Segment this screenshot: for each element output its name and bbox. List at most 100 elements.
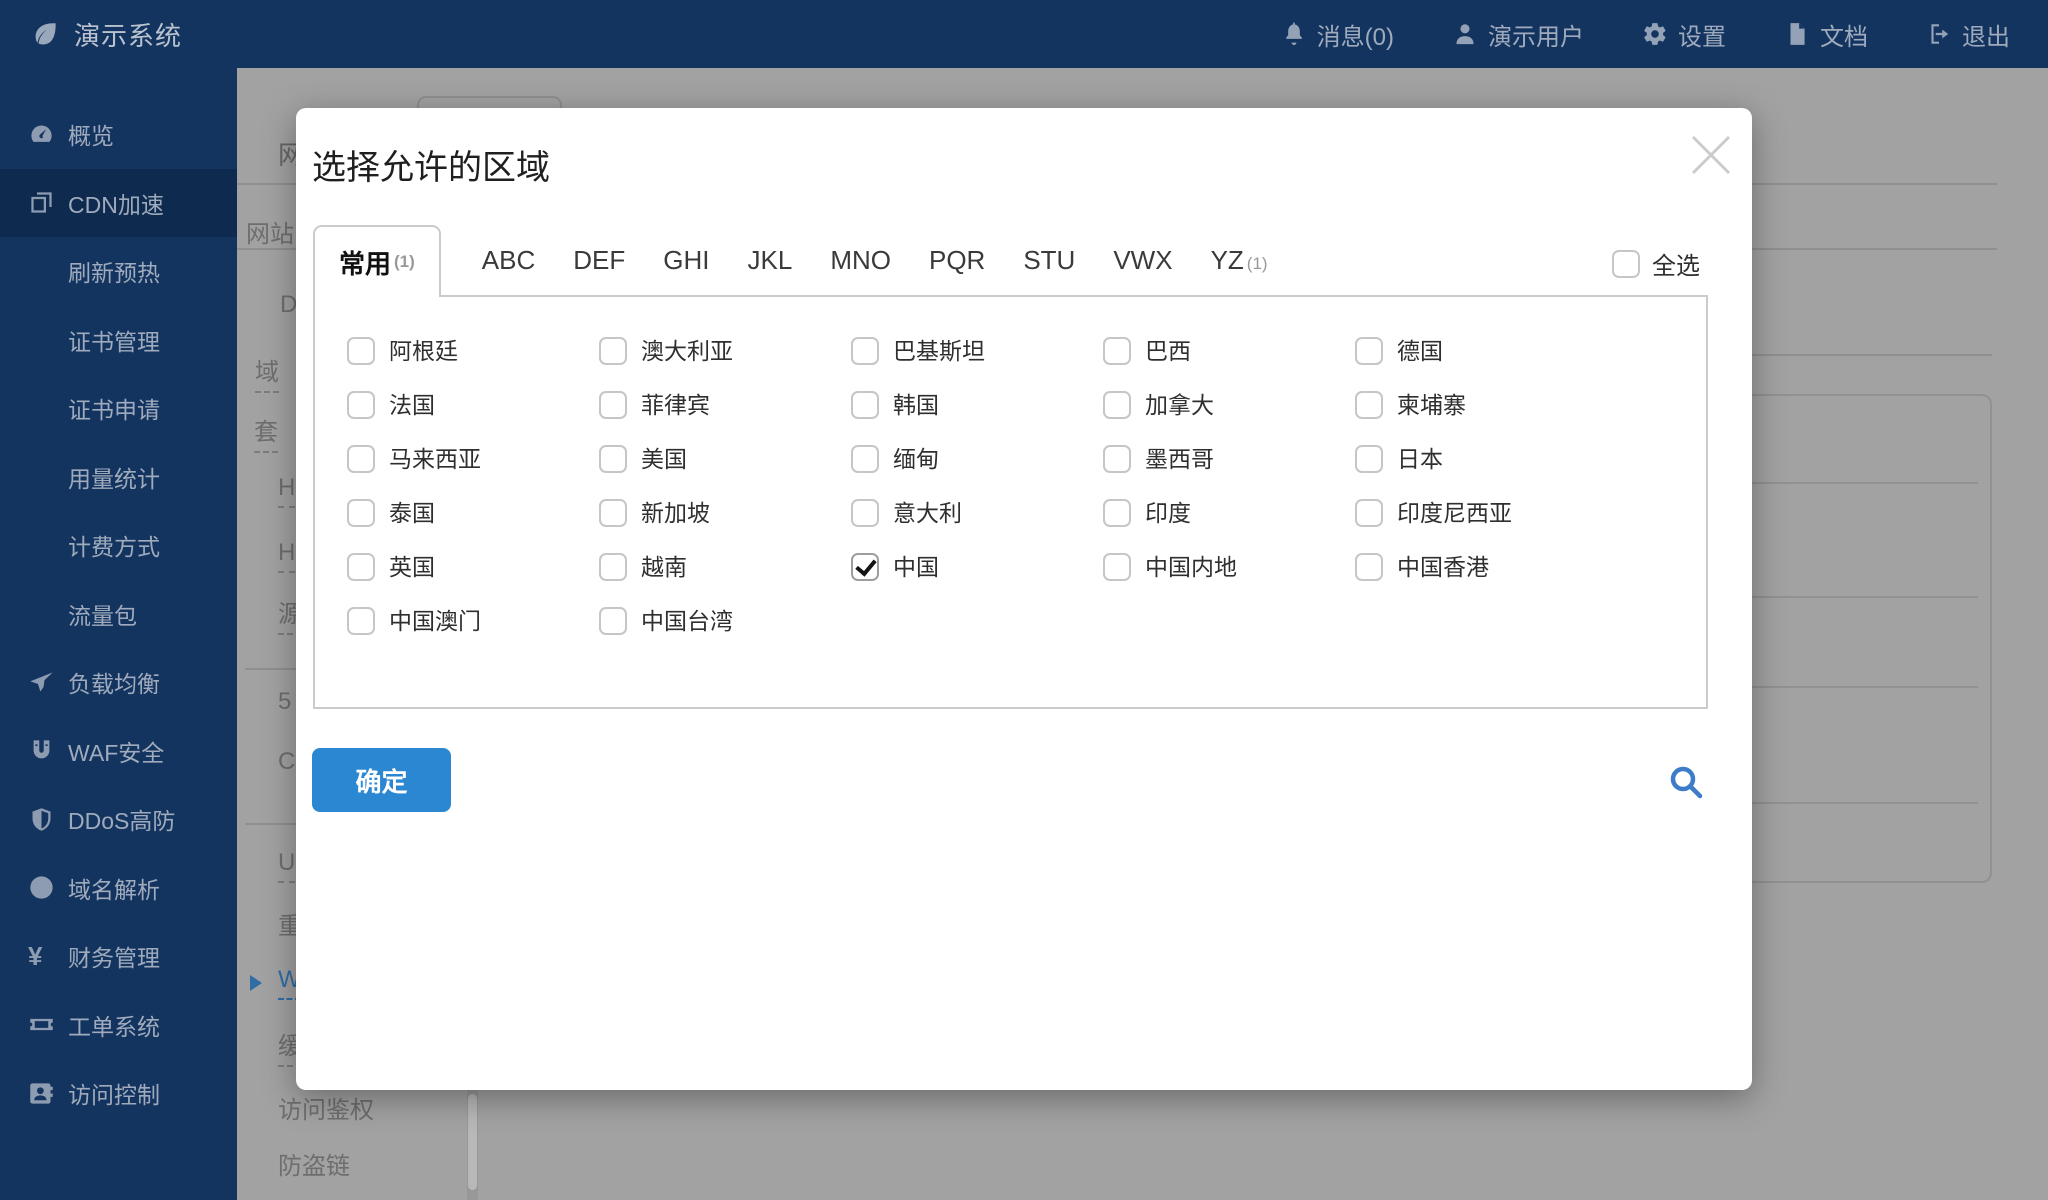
region-option[interactable]: 中国澳门 — [347, 594, 599, 648]
region-option[interactable]: 韩国 — [851, 378, 1103, 432]
checkbox[interactable] — [851, 445, 879, 473]
background-menu-item[interactable]: 访问鉴权 — [278, 1090, 374, 1125]
tab-jkl[interactable]: JKL — [729, 245, 812, 276]
nav-messages[interactable]: 消息(0) — [1281, 17, 1394, 52]
region-option[interactable]: 巴西 — [1103, 324, 1355, 378]
background-menu-item[interactable]: 防盗链 — [278, 1146, 350, 1181]
region-option[interactable]: 印度 — [1103, 486, 1355, 540]
select-all-label: 全选 — [1652, 253, 1700, 280]
checkbox[interactable] — [1103, 337, 1131, 365]
region-option[interactable]: 菲律宾 — [599, 378, 851, 432]
checkbox[interactable] — [599, 607, 627, 635]
region-option[interactable]: 巴基斯坦 — [851, 324, 1103, 378]
region-option[interactable]: 澳大利亚 — [599, 324, 851, 378]
checkbox[interactable] — [1355, 337, 1383, 365]
region-option[interactable]: 中国内地 — [1103, 540, 1355, 594]
checkbox-checked[interactable] — [851, 553, 879, 581]
brand-label: 演示系统 — [74, 20, 183, 51]
sidebar-item-overview[interactable]: 概览 — [0, 100, 237, 169]
region-option[interactable]: 德国 — [1355, 324, 1607, 378]
checkbox[interactable] — [1355, 445, 1383, 473]
checkbox[interactable] — [1355, 391, 1383, 419]
sidebar-item-waf[interactable]: WAF安全 — [0, 717, 237, 786]
tab-pqr[interactable]: PQR — [910, 245, 1004, 276]
tab-vwx[interactable]: VWX — [1094, 245, 1191, 276]
close-button[interactable] — [1688, 132, 1734, 178]
region-option[interactable]: 印度尼西亚 — [1355, 486, 1607, 540]
checkbox[interactable] — [599, 553, 627, 581]
region-option[interactable]: 马来西亚 — [347, 432, 599, 486]
checkbox[interactable] — [347, 337, 375, 365]
sidebar-item-cert-manage[interactable]: 证书管理 — [0, 306, 237, 375]
checkbox[interactable] — [851, 391, 879, 419]
checkbox[interactable] — [599, 391, 627, 419]
sidebar-item-label: 证书管理 — [68, 328, 160, 355]
checkbox[interactable] — [1103, 445, 1131, 473]
sidebar-item-ddos[interactable]: DDoS高防 — [0, 785, 237, 854]
sidebar-item-refresh-prewarm[interactable]: 刷新预热 — [0, 237, 237, 306]
checkbox[interactable] — [347, 553, 375, 581]
checkbox[interactable] — [1103, 391, 1131, 419]
region-option[interactable]: 泰国 — [347, 486, 599, 540]
checkbox[interactable] — [1103, 499, 1131, 527]
tab-def[interactable]: DEF — [554, 245, 644, 276]
checkbox[interactable] — [1355, 553, 1383, 581]
tab-ghi[interactable]: GHI — [644, 245, 728, 276]
close-icon — [1691, 135, 1731, 175]
sidebar-item-load-balance[interactable]: 负载均衡 — [0, 648, 237, 717]
sidebar-item-access-control[interactable]: 访问控制 — [0, 1059, 237, 1128]
nav-logout[interactable]: 退出 — [1926, 17, 2010, 52]
checkbox[interactable] — [1355, 499, 1383, 527]
nav-user[interactable]: 演示用户 — [1452, 17, 1584, 52]
nav-docs[interactable]: 文档 — [1784, 17, 1868, 52]
sidebar-item-billing-mode[interactable]: 计费方式 — [0, 511, 237, 580]
region-option[interactable]: 柬埔寨 — [1355, 378, 1607, 432]
region-option[interactable]: 英国 — [347, 540, 599, 594]
background-text-fragment: 5 — [278, 688, 292, 715]
checkbox[interactable] — [599, 499, 627, 527]
checkbox[interactable] — [851, 337, 879, 365]
region-option[interactable]: 新加坡 — [599, 486, 851, 540]
select-all-checkbox[interactable] — [1612, 249, 1640, 278]
checkbox[interactable] — [851, 499, 879, 527]
checkbox[interactable] — [599, 445, 627, 473]
confirm-button[interactable]: 确定 — [312, 748, 451, 812]
region-option[interactable]: 加拿大 — [1103, 378, 1355, 432]
region-option[interactable]: 越南 — [599, 540, 851, 594]
region-option[interactable]: 墨西哥 — [1103, 432, 1355, 486]
region-option[interactable]: 中国台湾 — [599, 594, 851, 648]
sidebar-item-cdn[interactable]: CDN加速 — [0, 168, 237, 237]
region-option[interactable]: 日本 — [1355, 432, 1607, 486]
region-option[interactable]: 中国香港 — [1355, 540, 1607, 594]
tab-stu[interactable]: STU — [1004, 245, 1094, 276]
region-option[interactable]: 阿根廷 — [347, 324, 599, 378]
sidebar-item-usage-stats[interactable]: 用量统计 — [0, 443, 237, 512]
brand[interactable]: 演示系统 — [0, 16, 182, 53]
tab-abc[interactable]: ABC — [463, 245, 554, 276]
region-option[interactable]: 缅甸 — [851, 432, 1103, 486]
nav-settings[interactable]: 设置 — [1642, 17, 1726, 52]
checkbox[interactable] — [1103, 553, 1131, 581]
region-option[interactable]: 美国 — [599, 432, 851, 486]
sidebar-item-traffic-pack[interactable]: 流量包 — [0, 580, 237, 649]
tab-changyong[interactable]: 常用 (1) — [313, 225, 441, 297]
checkbox[interactable] — [347, 445, 375, 473]
checkbox[interactable] — [347, 499, 375, 527]
checkbox[interactable] — [599, 337, 627, 365]
tab-yz[interactable]: YZ (1) — [1192, 245, 1287, 276]
region-option[interactable]: 法国 — [347, 378, 599, 432]
tab-mno[interactable]: MNO — [811, 245, 910, 276]
checkbox[interactable] — [347, 391, 375, 419]
select-all-option[interactable]: 全选 — [1612, 246, 1700, 281]
region-option-china[interactable]: 中国 — [851, 540, 1103, 594]
sidebar-item-tickets[interactable]: 工单系统 — [0, 991, 237, 1060]
checkbox[interactable] — [347, 607, 375, 635]
gauge-icon — [31, 125, 52, 142]
submenu-scrollbar[interactable] — [467, 1090, 478, 1200]
region-option[interactable]: 意大利 — [851, 486, 1103, 540]
tab-count: (1) — [1246, 253, 1268, 273]
search-button[interactable] — [1664, 760, 1708, 804]
sidebar-item-cert-apply[interactable]: 证书申请 — [0, 374, 237, 443]
sidebar-item-dns[interactable]: 域名解析 — [0, 854, 237, 923]
sidebar-item-finance[interactable]: ¥ 财务管理 — [0, 922, 237, 991]
